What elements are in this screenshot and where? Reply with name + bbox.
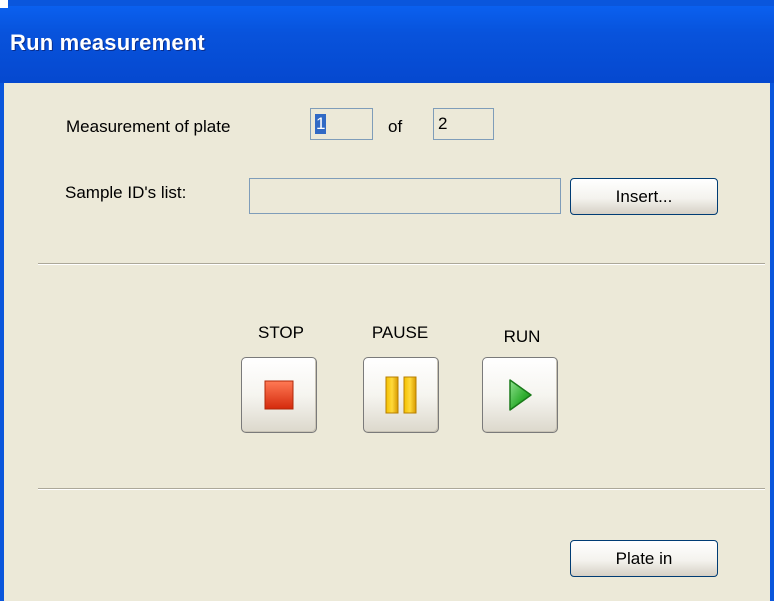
pause-button[interactable]: [363, 357, 439, 433]
current-plate-field[interactable]: 1: [310, 108, 373, 140]
play-triangle-icon: [509, 379, 532, 411]
sample-id-list-field[interactable]: [249, 178, 561, 214]
of-label: of: [388, 117, 403, 136]
pause-bars-icon: [385, 376, 417, 414]
window-title: Run measurement: [10, 30, 205, 55]
separator-bottom: [38, 488, 765, 490]
title-bar[interactable]: Run measurement: [0, 0, 774, 83]
pause-label: PAUSE: [371, 323, 429, 342]
run-button[interactable]: [482, 357, 558, 433]
total-plates-field[interactable]: 2: [433, 108, 494, 140]
run-label: RUN: [503, 327, 541, 346]
window-corner: [0, 0, 8, 8]
insert-button[interactable]: Insert...: [570, 178, 718, 215]
measurement-of-plate-label: Measurement of plate: [66, 117, 231, 136]
stop-square-icon: [264, 380, 294, 410]
separator-top: [38, 263, 765, 265]
stop-button[interactable]: [241, 357, 317, 433]
stop-label: STOP: [258, 323, 304, 342]
sample-id-list-label: Sample ID's list:: [65, 183, 187, 202]
total-plates-value: 2: [438, 114, 448, 133]
run-measurement-window: Run measurement Measurement of plate 1 o…: [0, 0, 774, 601]
plate-in-button[interactable]: Plate in: [570, 540, 718, 577]
current-plate-value: 1: [315, 114, 327, 134]
dialog-client-area: Measurement of plate 1 of 2 Sample ID's …: [4, 83, 770, 601]
